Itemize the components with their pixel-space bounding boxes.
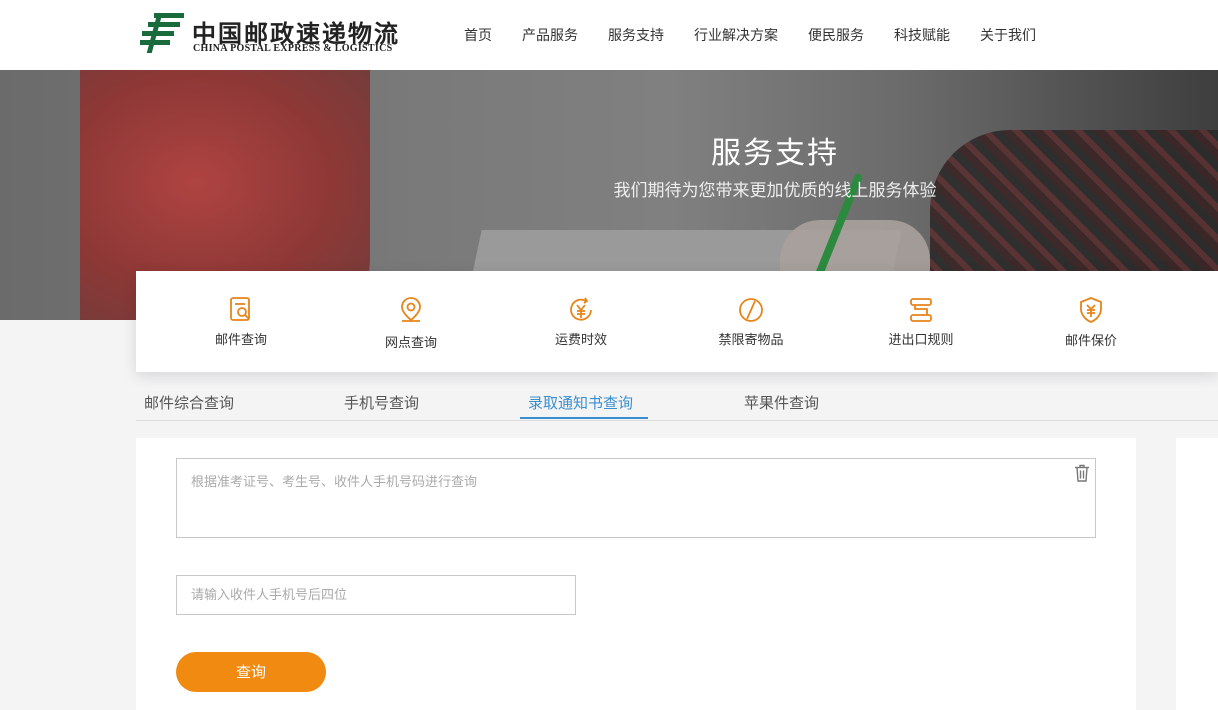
banner-title: 服务支持	[711, 136, 839, 171]
side-panel	[1176, 438, 1218, 710]
brand-name-en: CHINA POSTAL EXPRESS & LOGISTICS	[193, 43, 393, 54]
china-post-logo-icon	[140, 13, 184, 53]
brand-logo[interactable]: 中国邮政速递物流 CHINA POSTAL EXPRESS & LOGISTIC…	[140, 11, 410, 57]
query-form: 查询	[136, 438, 1136, 710]
nav-item-convenience[interactable]: 便民服务	[808, 25, 864, 45]
service-import-export-rules[interactable]: 进出口规则	[836, 271, 1006, 372]
query-tabs: 邮件综合查询 手机号查询 录取通知书查询 苹果件查询	[136, 380, 1218, 421]
nav-item-home[interactable]: 首页	[464, 25, 492, 45]
tab-comprehensive-query[interactable]: 邮件综合查询	[144, 392, 234, 413]
nav-item-solutions[interactable]: 行业解决方案	[694, 25, 778, 45]
nav-item-about[interactable]: 关于我们	[980, 25, 1036, 45]
service-label: 邮件查询	[214, 333, 267, 348]
import-export-icon	[910, 298, 932, 322]
service-freight-timeliness[interactable]: 运费时效	[496, 271, 666, 372]
nav-item-products[interactable]: 产品服务	[522, 25, 578, 45]
banner-subtitle: 我们期待为您带来更加优质的线上服务体验	[613, 181, 937, 201]
prohibited-icon	[739, 298, 763, 322]
tab-apple-query[interactable]: 苹果件查询	[744, 392, 819, 413]
active-tab-indicator	[520, 417, 648, 419]
service-mail-query[interactable]: 邮件查询	[156, 271, 326, 372]
service-label: 邮件保价	[1064, 334, 1117, 349]
mail-search-icon	[230, 297, 250, 321]
nav-item-support[interactable]: 服务支持	[608, 25, 664, 45]
yuan-shield-icon	[1080, 297, 1102, 323]
service-label: 运费时效	[554, 333, 607, 348]
service-quick-links: 邮件查询 网点查询 运费时效 禁限寄物品 进出口规则 邮件保价	[136, 271, 1218, 372]
trash-icon[interactable]	[1074, 464, 1090, 482]
service-outlet-query[interactable]: 网点查询	[326, 271, 496, 372]
site-header: 中国邮政速递物流 CHINA POSTAL EXPRESS & LOGISTIC…	[0, 0, 1218, 70]
query-number-input[interactable]	[176, 458, 1096, 538]
main-nav: 首页 产品服务 服务支持 行业解决方案 便民服务 科技赋能 关于我们	[464, 0, 1066, 70]
tab-admission-letter-query[interactable]: 录取通知书查询	[528, 392, 633, 413]
service-label: 网点查询	[384, 336, 437, 351]
tab-phone-query[interactable]: 手机号查询	[344, 392, 419, 413]
query-button[interactable]: 查询	[176, 652, 326, 692]
nav-item-technology[interactable]: 科技赋能	[894, 25, 950, 45]
yuan-clock-icon	[570, 297, 592, 321]
service-prohibited-items[interactable]: 禁限寄物品	[666, 271, 836, 372]
service-mail-insurance[interactable]: 邮件保价	[1006, 271, 1176, 372]
service-label: 禁限寄物品	[718, 333, 784, 348]
location-pin-icon	[401, 297, 421, 322]
phone-last4-input[interactable]	[176, 575, 576, 615]
service-label: 进出口规则	[888, 333, 954, 348]
